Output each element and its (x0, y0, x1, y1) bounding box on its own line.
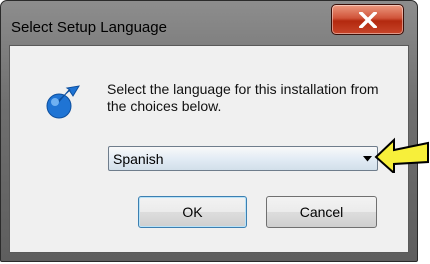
window-title: Select Setup Language (11, 19, 167, 36)
close-icon (359, 12, 377, 28)
yellow-pointer-arrow-icon (374, 137, 429, 173)
setup-language-dialog: Select Setup Language Select the languag… (0, 0, 418, 262)
cancel-button[interactable]: Cancel (266, 196, 377, 228)
ok-button[interactable]: OK (138, 196, 247, 228)
close-button[interactable] (331, 4, 404, 35)
chevron-down-icon (363, 156, 372, 162)
language-select-value: Spanish (113, 151, 164, 167)
dialog-body: Select the language for this installatio… (9, 45, 409, 253)
setup-arrow-icon (46, 85, 80, 119)
instruction-text: Select the language for this installatio… (107, 81, 379, 114)
language-select[interactable]: Spanish (108, 146, 378, 171)
